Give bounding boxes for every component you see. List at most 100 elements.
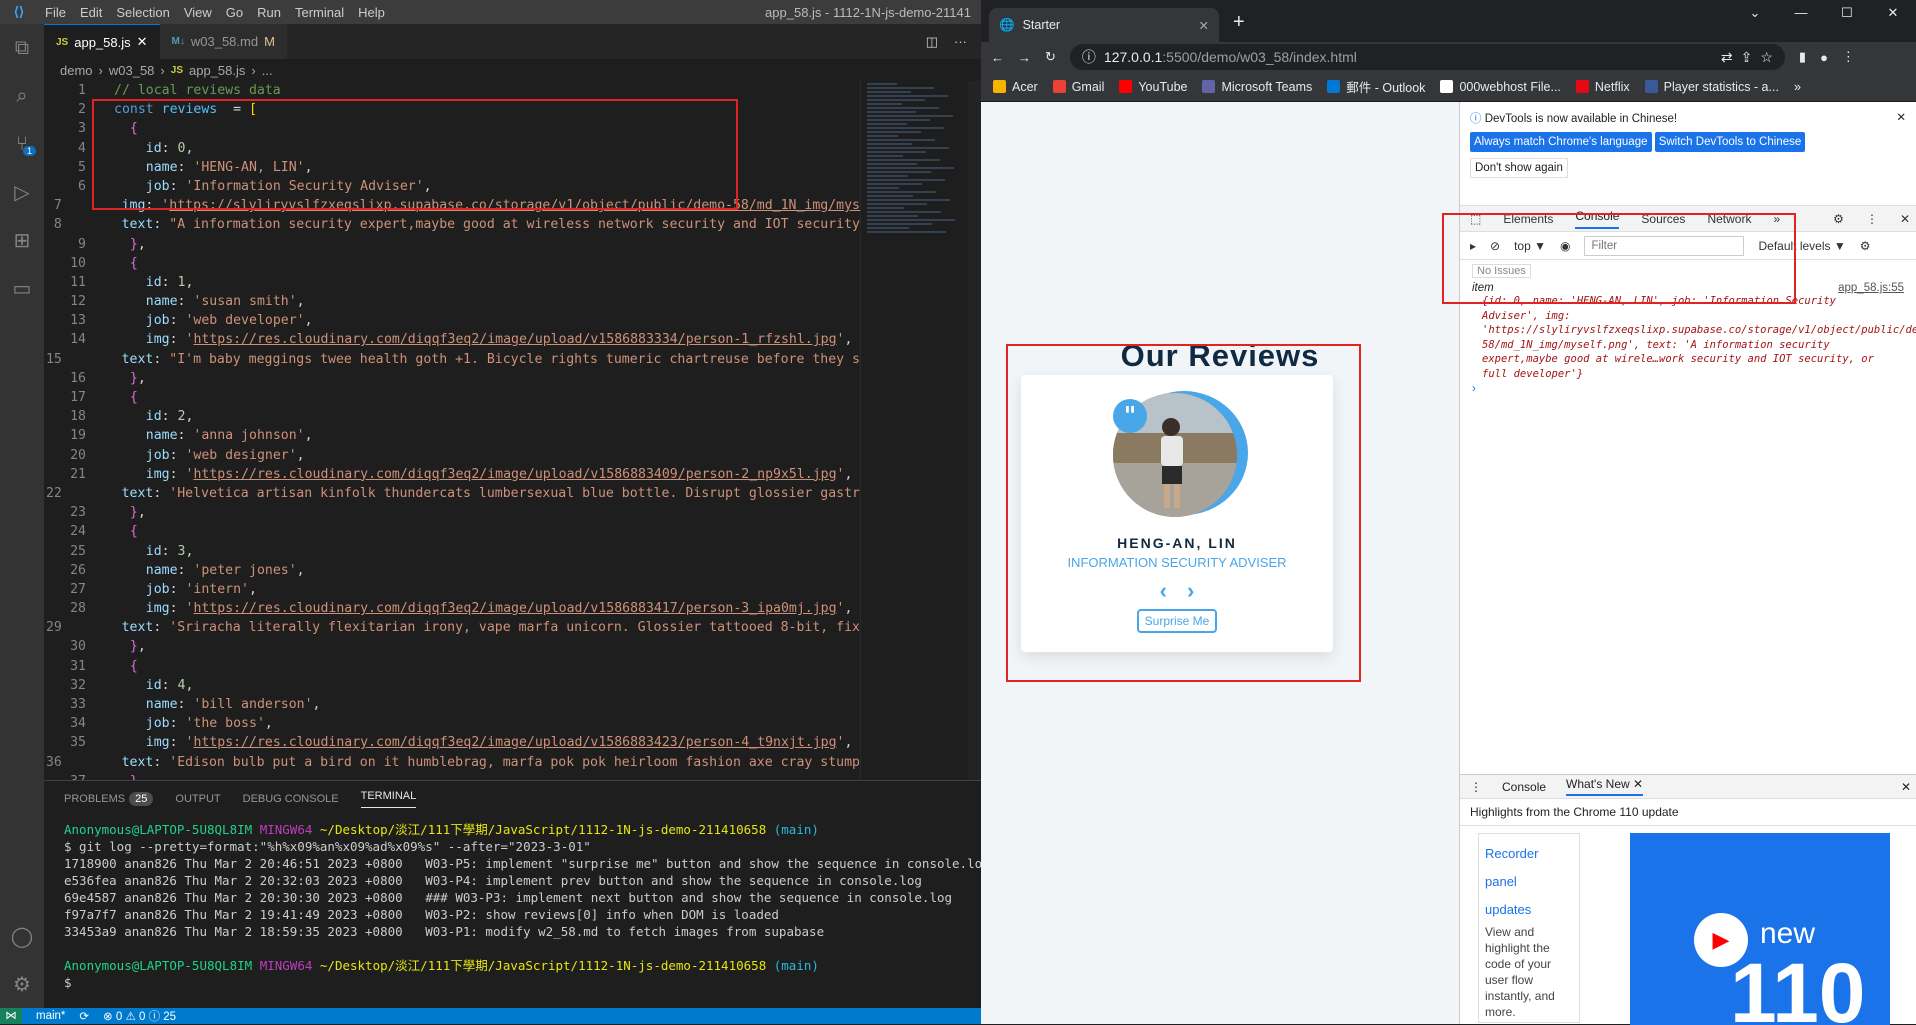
drawer-menu-icon[interactable]: ⋮ xyxy=(1470,780,1482,794)
breadcrumb-item[interactable]: app_58.js xyxy=(189,63,245,78)
more-actions-icon[interactable]: ··· xyxy=(954,34,967,49)
forward-icon[interactable]: → xyxy=(1018,50,1031,65)
switch-chinese-button[interactable]: Switch DevTools to Chinese xyxy=(1654,132,1806,152)
run-debug-icon[interactable]: ▷ xyxy=(0,168,44,216)
tab-debug-console[interactable]: DEBUG CONSOLE xyxy=(243,793,339,805)
code-line[interactable]: 23 }, xyxy=(44,503,860,522)
new-tab-icon[interactable]: + xyxy=(1219,11,1259,42)
code-line[interactable]: 25 id: 3, xyxy=(44,542,860,561)
bookmark-item[interactable]: 郵件 - Outlook xyxy=(1327,77,1425,96)
more-menu-icon[interactable]: ⋮ xyxy=(1866,212,1878,226)
share-icon[interactable]: ⇪ xyxy=(1741,49,1753,66)
tab-app-58-js[interactable]: JS app_58.js ✕ xyxy=(44,24,160,59)
tab-output[interactable]: OUTPUT xyxy=(175,793,220,805)
bookmark-item[interactable]: Gmail xyxy=(1052,80,1104,94)
code-line[interactable]: 8 text: "A information security expert,m… xyxy=(44,215,860,234)
chrome-110-promo-video[interactable]: ▶ new 110 xyxy=(1630,833,1890,1025)
code-line[interactable]: 14 img: 'https://res.cloudinary.com/diqq… xyxy=(44,330,860,349)
branch-indicator[interactable]: main* xyxy=(36,1010,65,1022)
panel-link[interactable]: panel xyxy=(1485,868,1573,896)
code-line[interactable]: 18 id: 2, xyxy=(44,407,860,426)
translate-icon[interactable]: ⇄ xyxy=(1721,49,1733,66)
menu-view[interactable]: View xyxy=(177,5,219,20)
browser-tab[interactable]: 🌐 Starter ✕ xyxy=(989,8,1219,42)
code-line[interactable]: 29 text: 'Sriracha literally flexitarian… xyxy=(44,618,860,637)
console-prompt[interactable]: › xyxy=(1472,383,1904,395)
drawer-tab-whats-new[interactable]: What's New ✕ xyxy=(1566,777,1644,796)
log-object[interactable]: {id: 0, name: 'HENG-AN, LIN', job: 'Info… xyxy=(1472,294,1916,381)
profile-avatar-icon[interactable]: ● xyxy=(1820,50,1828,65)
code-line[interactable]: 13 job: 'web developer', xyxy=(44,311,860,330)
terminal-input-line[interactable]: $ xyxy=(64,974,961,991)
maximize-icon[interactable]: ☐ xyxy=(1824,0,1870,26)
code-line[interactable]: 12 name: 'susan smith', xyxy=(44,292,860,311)
drawer-tab-console[interactable]: Console xyxy=(1502,780,1546,794)
code-line[interactable]: 21 img: 'https://res.cloudinary.com/diqq… xyxy=(44,465,860,484)
recorder-link[interactable]: Recorder xyxy=(1485,840,1573,868)
breadcrumb-item[interactable]: w03_58 xyxy=(109,63,155,78)
source-control-icon[interactable]: ⑂ 1 xyxy=(0,120,44,168)
menu-run[interactable]: Run xyxy=(250,5,288,20)
minimize-icon[interactable]: — xyxy=(1778,0,1824,26)
code-line[interactable]: 15 text: "I'm baby meggings twee health … xyxy=(44,350,860,369)
breadcrumb-item[interactable]: ... xyxy=(262,63,273,78)
code-line[interactable]: 9 }, xyxy=(44,235,860,254)
explorer-icon[interactable]: ⧉ xyxy=(0,24,44,72)
bookmark-item[interactable]: Acer xyxy=(993,80,1038,94)
minimap[interactable] xyxy=(860,81,968,780)
code-line[interactable]: 26 name: 'peter jones', xyxy=(44,561,860,580)
code-line[interactable]: 33 name: 'bill anderson', xyxy=(44,695,860,714)
search-icon[interactable]: ⌕ xyxy=(0,72,44,120)
editor-scrollbar[interactable] xyxy=(968,81,981,780)
code-line[interactable]: 28 img: 'https://res.cloudinary.com/diqq… xyxy=(44,599,860,618)
tab-problems[interactable]: PROBLEMS 25 xyxy=(64,792,154,806)
menu-selection[interactable]: Selection xyxy=(109,5,176,20)
tab-terminal[interactable]: TERMINAL xyxy=(360,790,417,808)
menu-file[interactable]: File xyxy=(38,5,73,20)
code-line[interactable]: 36 text: 'Edison bulb put a bird on it h… xyxy=(44,753,860,772)
code-line[interactable]: 24 { xyxy=(44,522,860,541)
close-drawer-icon[interactable]: ✕ xyxy=(1901,780,1916,794)
bookmark-star-icon[interactable]: ☆ xyxy=(1760,49,1773,66)
code-line[interactable]: 34 job: 'the boss', xyxy=(44,714,860,733)
code-line[interactable]: 27 job: 'intern', xyxy=(44,580,860,599)
code-line[interactable]: 20 job: 'web designer', xyxy=(44,446,860,465)
close-icon[interactable]: ✕ xyxy=(137,34,148,50)
code-line[interactable]: 32 id: 4, xyxy=(44,676,860,695)
bookmark-item[interactable]: Microsoft Teams xyxy=(1202,80,1312,94)
more-menu-icon[interactable]: ⋮ xyxy=(1842,49,1855,65)
surprise-me-button[interactable]: Surprise Me xyxy=(1137,609,1217,633)
back-icon[interactable]: ← xyxy=(991,50,1004,65)
settings-gear-icon[interactable]: ⚙ xyxy=(1860,239,1871,253)
more-bookmarks-icon[interactable]: » xyxy=(1794,80,1801,94)
remote-icon[interactable]: ⋈ xyxy=(0,1008,22,1024)
site-info-icon[interactable]: ⓘ xyxy=(1082,47,1096,67)
bookmark-item[interactable]: 000webhost File... xyxy=(1440,80,1561,94)
code-line[interactable]: 1 // local reviews data xyxy=(44,81,860,100)
sync-icon[interactable]: ⟳ xyxy=(79,1009,89,1023)
bookmark-item[interactable]: Netflix xyxy=(1575,80,1630,94)
menu-terminal[interactable]: Terminal xyxy=(288,5,351,20)
code-line[interactable]: 17 { xyxy=(44,388,860,407)
menu-edit[interactable]: Edit xyxy=(73,5,109,20)
log-source-link[interactable]: app_58.js:55 xyxy=(1838,282,1904,294)
tab-search-icon[interactable]: ⌄ xyxy=(1732,0,1778,26)
settings-gear-icon[interactable]: ⚙ xyxy=(1833,212,1844,226)
reload-icon[interactable]: ↻ xyxy=(1045,49,1056,65)
terminal[interactable]: Anonymous@LAPTOP-5U8QL8IM MINGW64 ~/Desk… xyxy=(44,817,990,995)
prev-button[interactable]: ‹ xyxy=(1160,578,1167,604)
account-icon[interactable]: ◯ xyxy=(0,912,44,960)
problems-indicator[interactable]: ⊗ 0 ⚠ 0 ⓘ 25 xyxy=(103,1008,176,1024)
split-editor-icon[interactable]: ◫ xyxy=(926,34,938,50)
next-button[interactable]: › xyxy=(1187,578,1194,604)
code-line[interactable]: 22 text: 'Helvetica artisan kinfolk thun… xyxy=(44,484,860,503)
close-icon[interactable]: ✕ xyxy=(1896,110,1906,124)
bookmark-item[interactable]: Player statistics - a... xyxy=(1644,80,1779,94)
code-line[interactable]: 16 }, xyxy=(44,369,860,388)
remote-explorer-icon[interactable]: ▭ xyxy=(0,264,44,312)
match-language-button[interactable]: Always match Chrome's language xyxy=(1470,132,1652,152)
extensions-icon[interactable]: ⊞ xyxy=(0,216,44,264)
code-line[interactable]: 30 }, xyxy=(44,637,860,656)
dont-show-again-button[interactable]: Don't show again xyxy=(1470,158,1568,178)
breadcrumb-item[interactable]: demo xyxy=(60,63,93,78)
